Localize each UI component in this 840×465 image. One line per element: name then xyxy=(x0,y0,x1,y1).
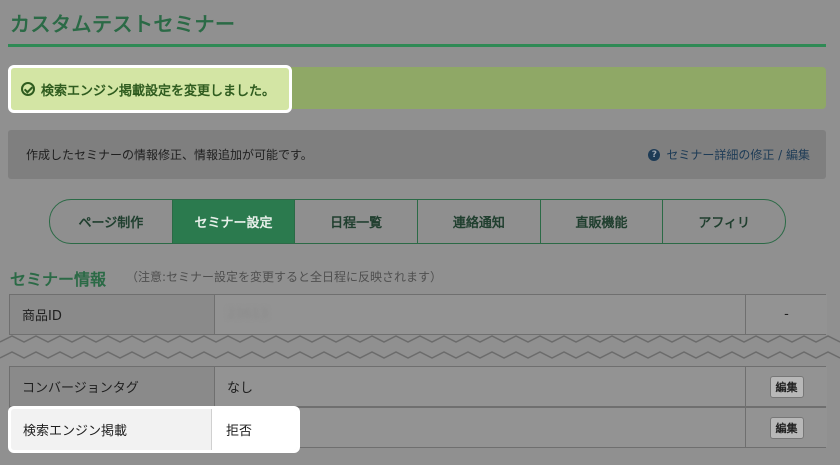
tab-direct-sales[interactable]: 直販機能 xyxy=(541,200,664,243)
success-message-highlight: 検索エンジン掲載設定を変更しました。 xyxy=(8,65,292,113)
table-row-product-id: 商品ID 23613 - xyxy=(9,294,827,335)
info-box: 作成したセミナーの情報修正、情報追加が可能です。 ? セミナー詳細の修正 / 編… xyxy=(8,130,826,179)
page-title: カスタムテストセミナー xyxy=(10,12,236,36)
success-message: 検索エンジン掲載設定を変更しました。 xyxy=(41,83,276,99)
search-engine-row-highlight: 検索エンジン掲載 拒否 xyxy=(8,406,300,453)
edit-seminar-detail-link-label: セミナー詳細の修正 / 編集 xyxy=(666,148,810,162)
edit-search-engine-button[interactable]: 編集 xyxy=(769,416,804,439)
section-note: （注意:セミナー設定を変更すると全日程に反映されます） xyxy=(126,270,443,284)
question-circle-icon: ? xyxy=(648,148,661,161)
tab-seminar-settings[interactable]: セミナー設定 xyxy=(172,200,296,243)
tab-affiliate[interactable]: アフィリ xyxy=(663,200,785,243)
page: カスタムテストセミナー 検索エンジン掲載設定を変更しました。 作成したセミナーの… xyxy=(0,0,840,465)
row-action: 編集 xyxy=(746,367,827,406)
row-label: コンバージョンタグ xyxy=(10,367,215,406)
tab-bar: ページ制作 セミナー設定 日程一覧 連絡通知 直販機能 アフィリ xyxy=(49,199,786,244)
tab-page-creation[interactable]: ページ制作 xyxy=(50,200,173,243)
row-action: 編集 xyxy=(746,408,827,447)
table-row-conversion-tag: コンバージョンタグ なし 編集 xyxy=(9,366,827,407)
edit-conversion-tag-button[interactable]: 編集 xyxy=(769,375,804,398)
tab-notifications[interactable]: 連絡通知 xyxy=(418,200,541,243)
row-label: 商品ID xyxy=(10,295,215,334)
section-title: セミナー情報 xyxy=(10,270,107,289)
check-circle-icon xyxy=(21,82,35,96)
search-engine-value: 拒否 xyxy=(212,409,297,450)
title-divider xyxy=(8,44,826,47)
row-value: なし xyxy=(215,367,746,406)
cut-divider xyxy=(0,335,840,359)
info-text: 作成したセミナーの情報修正、情報追加が可能です。 xyxy=(26,148,313,162)
product-id-value: 23613 xyxy=(227,307,269,322)
edit-seminar-detail-link[interactable]: ? セミナー詳細の修正 / 編集 xyxy=(648,146,810,163)
tab-schedule-list[interactable]: 日程一覧 xyxy=(295,200,419,243)
row-action: - xyxy=(746,295,827,334)
row-value: 23613 xyxy=(215,295,746,334)
search-engine-label: 検索エンジン掲載 xyxy=(11,409,212,450)
